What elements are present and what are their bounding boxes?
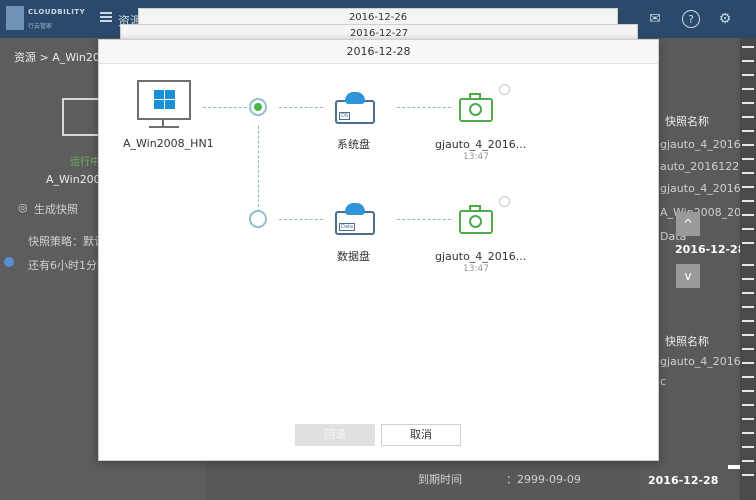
timeline-scrollbar[interactable] [740,38,756,500]
timeline-date: 2016-12-28 [648,474,719,487]
system-disk-label: 系统盘 [337,138,370,151]
snapshot-time: 13:47 [463,152,489,162]
windows-logo-icon [154,90,176,110]
dialog-title: 2016-12-28 [99,40,658,64]
create-snapshot-link[interactable]: 生成快照 [34,201,78,217]
snapshot-policy: 快照策略：默认 [28,235,105,248]
snapshot-select-radio[interactable] [499,196,510,207]
sheet-date: 2016-12-26 [348,12,408,23]
monitor-stand-icon [149,120,179,128]
vm-name: A_Win2008_HN1 [123,137,214,150]
rollback-button[interactable]: 回滚 [295,424,375,446]
brand-name: CLOUDBILITY [28,8,86,16]
info-icon [4,257,14,267]
connector-line [279,219,323,220]
snapshot-name: gjauto_4_2016... [435,250,527,263]
connector-line [279,107,323,108]
settings-icon[interactable]: ⚙ [716,10,734,28]
sheet-date: 2016-12-27 [349,28,409,39]
right-list-item[interactable]: c [660,375,666,388]
snapshot-camera-icon [459,92,495,122]
snapshot-camera-icon [459,204,495,234]
snapshot-select-radio[interactable] [499,84,510,95]
date-down-button[interactable]: v [676,264,700,288]
expire-value: ：2999-09-09 [506,473,581,486]
data-disk-icon: Data [335,203,375,235]
expire-label: 到期时间 [418,473,462,486]
right-list-item[interactable]: gjauto_4_20161 [660,355,748,368]
brand-subtitle: 行云管家 [28,23,53,30]
snapshot-time: 13:47 [463,264,489,274]
menu-icon[interactable] [100,12,112,22]
vm-status: 运行中 [70,157,100,168]
data-disk-radio[interactable] [249,210,267,228]
snapshot-name: gjauto_4_2016... [435,138,527,151]
cancel-button[interactable]: 取消 [381,424,461,446]
connector-line [258,126,259,212]
vm-monitor-icon [137,80,191,120]
connector-line [203,107,247,108]
help-icon[interactable]: ? [682,10,700,28]
right-list-item[interactable]: gjauto_4_20161 [660,138,748,151]
mail-icon[interactable]: ✉ [646,10,664,28]
data-disk-label: 数据盘 [337,250,370,263]
rollback-dialog: 2016-12-28 A_Win2008_HN1 OS 系统盘 Data 数据盘 [98,39,659,461]
current-date-label: 2016-12-28 [675,243,746,256]
connector-line [397,219,451,220]
system-disk-icon: OS [335,92,375,124]
logo-icon[interactable] [6,6,24,30]
system-disk-radio[interactable] [249,98,267,116]
right-list-header: 快照名称 [665,115,709,128]
camera-icon[interactable]: ◎ [18,201,28,214]
connector-line [397,107,451,108]
right-list-header-2: 快照名称 [665,335,709,348]
right-list-item[interactable]: gjauto_4_20161 [660,182,748,195]
date-up-button[interactable]: ^ [676,212,700,236]
